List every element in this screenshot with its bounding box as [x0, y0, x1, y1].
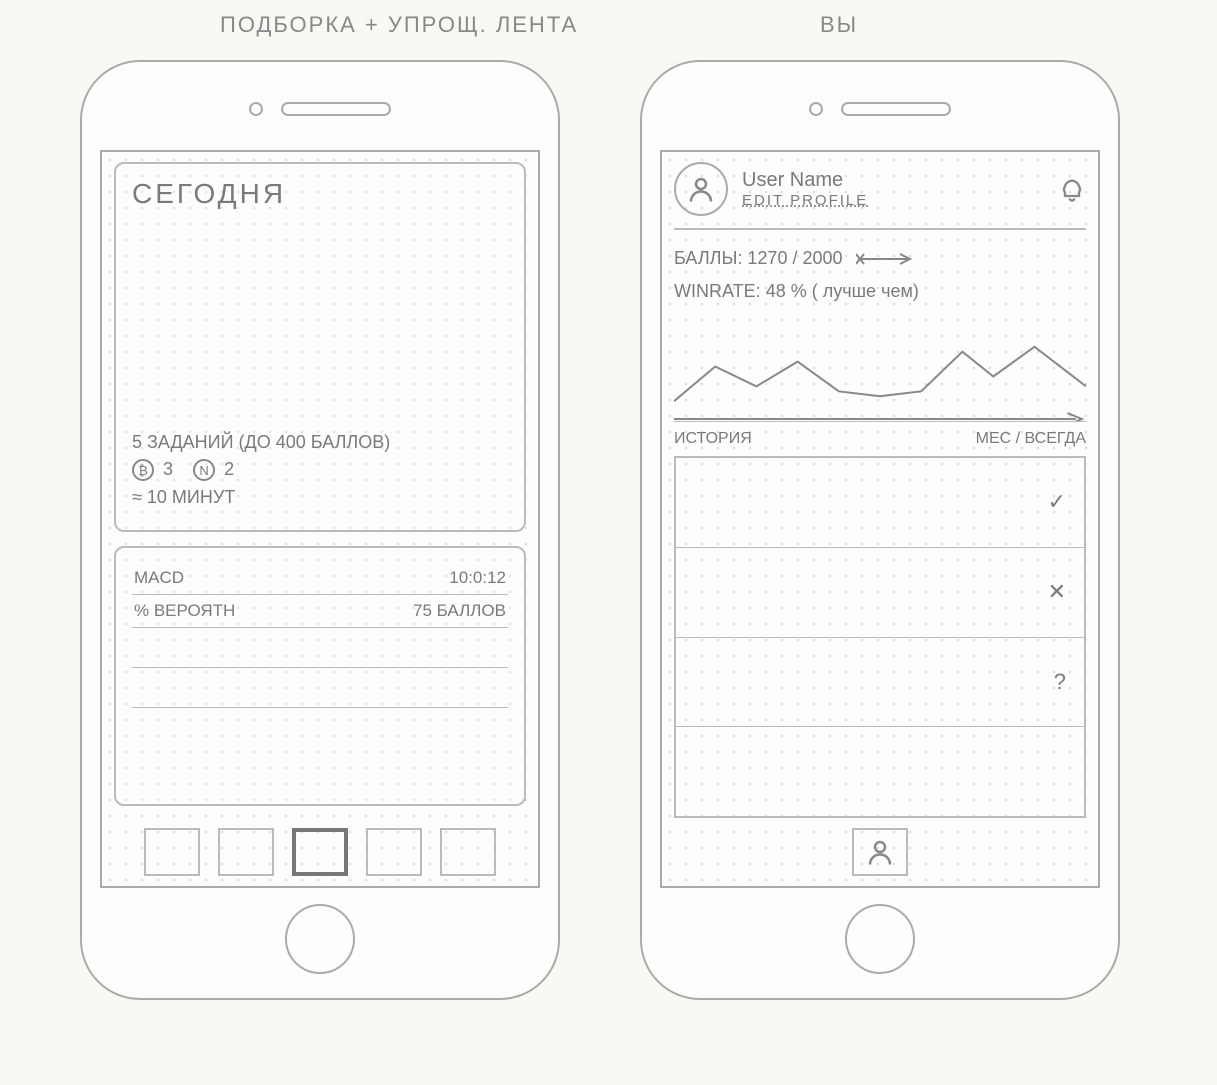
history-filter[interactable]: МЕС / ВСЕГДА	[976, 430, 1086, 448]
feed-row-1[interactable]: MACD 10:0:12	[132, 562, 508, 595]
history-row-1[interactable]: ✓	[676, 458, 1084, 548]
points-line: БАЛЛЫ: 1270 / 2000	[674, 248, 1086, 269]
winrate-note: ( лучше чем)	[812, 281, 919, 301]
cross-icon: ✕	[1048, 579, 1066, 605]
today-card[interactable]: СЕГОДНЯ 5 ЗАДАНИЙ (ДО 400 БАЛЛОВ) ₿ 3 N …	[114, 162, 526, 532]
caption-left: ПОДБОРКА + УПРОЩ. ЛЕНТА	[220, 12, 578, 38]
btc-icon: ₿	[132, 459, 154, 481]
feed-row1-right: 10:0:12	[449, 568, 506, 588]
winrate-line: WINRATE: 48 % ( лучше чем)	[674, 281, 1086, 302]
feed-row2-right: 75 БАЛЛОВ	[413, 601, 506, 621]
check-icon: ✓	[1048, 489, 1066, 515]
stats-chart	[674, 322, 1086, 422]
profile-name: User Name	[742, 169, 868, 192]
avatar[interactable]	[674, 162, 728, 216]
btc-count: 3	[163, 459, 173, 479]
bolt-count: 2	[224, 459, 234, 479]
screen-right: User Name EDIT PROFILE БАЛЛЫ: 1270 / 200…	[660, 150, 1100, 888]
feed-card: MACD 10:0:12 % ВЕРОЯТН 75 БАЛЛОВ	[114, 546, 526, 806]
speaker-slot	[841, 102, 951, 116]
feed-row1-left: MACD	[134, 568, 184, 588]
tab-1[interactable]	[144, 828, 200, 876]
phone-top-hardware	[82, 102, 558, 116]
winrate-label: WINRATE:	[674, 281, 761, 301]
phone-right: User Name EDIT PROFILE БАЛЛЫ: 1270 / 200…	[640, 60, 1120, 1000]
tab-5[interactable]	[440, 828, 496, 876]
history-list: ✓ ✕ ?	[674, 456, 1086, 818]
speaker-slot	[281, 102, 391, 116]
tabbar-right	[674, 818, 1086, 876]
bell-icon[interactable]	[1058, 175, 1086, 203]
tabbar-left	[114, 820, 526, 876]
points-label: БАЛЛЫ:	[674, 248, 742, 268]
today-title: СЕГОДНЯ	[132, 178, 508, 210]
home-button-left[interactable]	[285, 904, 355, 974]
bolt-icon: N	[193, 459, 215, 481]
tasks-line: 5 ЗАДАНИЙ (ДО 400 БАЛЛОВ)	[132, 432, 508, 453]
camera-dot	[249, 102, 263, 116]
time-line: ≈ 10 МИНУТ	[132, 487, 508, 508]
winrate-value: 48 %	[766, 281, 807, 301]
feed-row2-left: % ВЕРОЯТН	[134, 601, 235, 621]
feed-row-4[interactable]	[132, 668, 508, 708]
history-row-4[interactable]	[676, 727, 1084, 816]
history-row-3[interactable]: ?	[676, 638, 1084, 728]
tasks-icons-line: ₿ 3 N 2	[132, 459, 508, 482]
history-title: ИСТОРИЯ	[674, 430, 752, 448]
feed-row-3[interactable]	[132, 628, 508, 668]
phone-top-hardware	[642, 102, 1118, 116]
tab-3-active[interactable]	[292, 828, 348, 876]
feed-row-2[interactable]: % ВЕРОЯТН 75 БАЛЛОВ	[132, 595, 508, 628]
sparkline-icon	[674, 322, 1086, 421]
home-button-right[interactable]	[845, 904, 915, 974]
tab-profile[interactable]	[852, 828, 908, 876]
camera-dot	[809, 102, 823, 116]
arrow-right-icon[interactable]	[856, 252, 916, 266]
tab-4[interactable]	[366, 828, 422, 876]
edit-profile-link[interactable]: EDIT PROFILE	[742, 192, 868, 209]
history-header: ИСТОРИЯ МЕС / ВСЕГДА	[674, 430, 1086, 448]
profile-header: User Name EDIT PROFILE	[674, 162, 1086, 230]
screen-left: СЕГОДНЯ 5 ЗАДАНИЙ (ДО 400 БАЛЛОВ) ₿ 3 N …	[100, 150, 540, 888]
phone-left: СЕГОДНЯ 5 ЗАДАНИЙ (ДО 400 БАЛЛОВ) ₿ 3 N …	[80, 60, 560, 1000]
person-icon	[865, 837, 895, 867]
person-icon	[686, 174, 716, 204]
history-row-2[interactable]: ✕	[676, 548, 1084, 638]
tab-2[interactable]	[218, 828, 274, 876]
caption-right: ВЫ	[820, 12, 858, 38]
points-value: 1270 / 2000	[747, 248, 842, 268]
question-icon: ?	[1054, 669, 1066, 695]
